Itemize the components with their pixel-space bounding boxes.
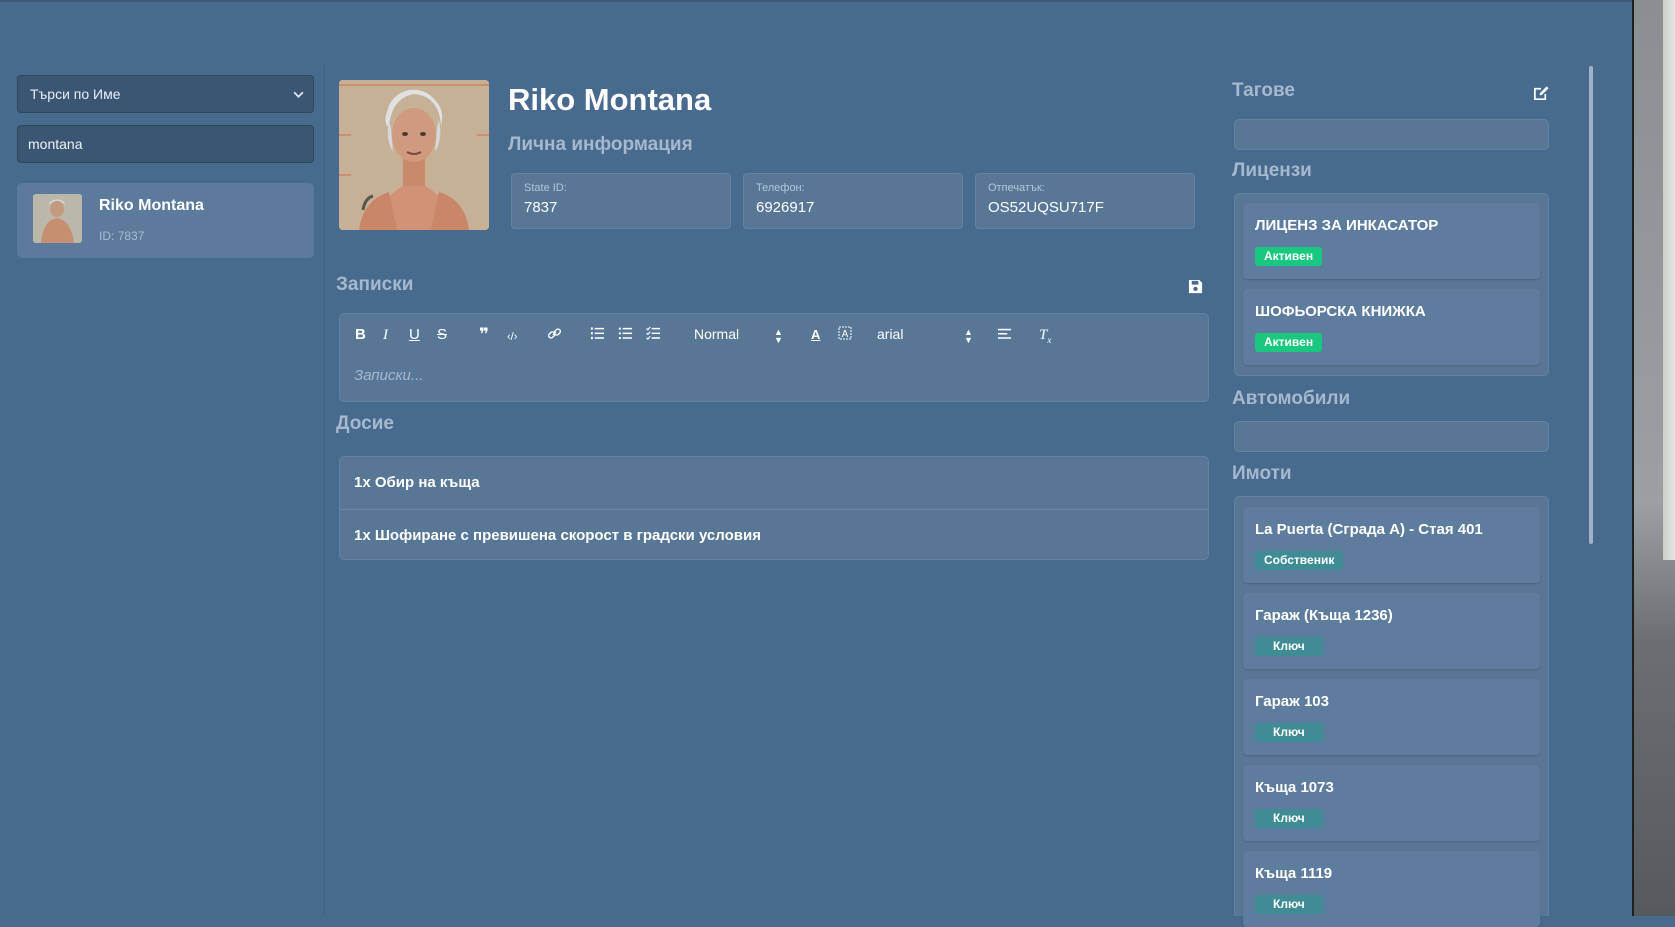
- role-badge: Собственик: [1255, 551, 1344, 570]
- phone-label: Телефон:: [756, 182, 805, 194]
- license-name: ШОФЬОРСКА КНИЖКА: [1255, 303, 1426, 320]
- vehicles-title: Автомобили: [1232, 388, 1351, 409]
- strike-button[interactable]: S: [437, 326, 447, 344]
- fingerprint-value: OS52UQSU717F: [988, 199, 1104, 216]
- role-badge: Ключ: [1255, 637, 1323, 656]
- top-border: [0, 0, 1632, 2]
- property-name: Къща 1073: [1255, 779, 1334, 796]
- status-badge: Активен: [1255, 247, 1323, 266]
- record-item[interactable]: 1x Шофиране с превишена скорост в градск…: [340, 509, 1208, 562]
- game-background: [1632, 0, 1675, 916]
- property-card[interactable]: Гараж 103 Ключ: [1243, 679, 1540, 755]
- role-badge: Ключ: [1255, 723, 1323, 742]
- fingerprint-label: Отпечатък:: [988, 182, 1045, 194]
- font-select[interactable]: arial: [877, 326, 903, 342]
- vehicles-box[interactable]: [1234, 421, 1549, 452]
- code-button[interactable]: ‹/›: [507, 328, 517, 346]
- edit-tags-icon[interactable]: [1533, 85, 1550, 102]
- svg-text:A: A: [842, 329, 849, 340]
- search-panel: Търси по Име Riko Montana ID: 7837: [17, 75, 314, 258]
- state-id-label: State ID:: [524, 182, 567, 194]
- property-name: Гараж 103: [1255, 693, 1329, 710]
- profile-name: Riko Montana: [508, 82, 712, 117]
- license-name: ЛИЦЕНЗ ЗА ИНКАСАТОР: [1255, 217, 1439, 234]
- record-list: 1x Обир на къща 1x Шофиране с превишена …: [339, 456, 1209, 560]
- property-name: Гараж (Къща 1236): [1255, 607, 1393, 624]
- licenses-title: Лицензи: [1232, 160, 1312, 181]
- tags-box[interactable]: [1234, 119, 1549, 150]
- save-icon[interactable]: [1188, 279, 1203, 294]
- font-select-arrows-icon: ▲ ▼: [964, 327, 973, 345]
- license-card[interactable]: ЛИЦЕНЗ ЗА ИНКАСАТОР Активен: [1243, 203, 1540, 279]
- ordered-list-icon[interactable]: [590, 326, 605, 346]
- phone-value: 6926917: [756, 199, 815, 216]
- link-icon[interactable]: [547, 326, 562, 346]
- state-id-value: 7837: [524, 199, 558, 216]
- state-id-field: State ID: 7837: [511, 173, 731, 229]
- property-name: Къща 1119: [1255, 865, 1333, 882]
- align-icon[interactable]: [997, 326, 1012, 346]
- scrollbar[interactable]: [1589, 66, 1593, 544]
- result-id: ID: 7837: [99, 229, 144, 243]
- notes-title: Записки: [336, 274, 414, 295]
- italic-button[interactable]: I: [383, 326, 388, 344]
- notes-placeholder: Записки...: [354, 367, 424, 384]
- checklist-icon[interactable]: [646, 326, 661, 346]
- record-item[interactable]: 1x Обир на къща: [340, 457, 1208, 509]
- status-badge: Активен: [1255, 333, 1323, 352]
- property-card[interactable]: Къща 1073 Ключ: [1243, 765, 1540, 841]
- record-title: Досие: [336, 413, 394, 434]
- background-color-icon[interactable]: A: [838, 326, 852, 345]
- properties-list: La Puerta (Сграда A) - Стая 401 Собствен…: [1234, 496, 1549, 927]
- result-id-value: 7837: [117, 229, 145, 243]
- fingerprint-field: Отпечатък: OS52UQSU717F: [975, 173, 1195, 229]
- search-result-item[interactable]: Riko Montana ID: 7837: [17, 183, 314, 258]
- header-select-arrows-icon: ▲ ▼: [774, 327, 783, 345]
- phone-field: Телефон: 6926917: [743, 173, 963, 229]
- result-name: Riko Montana: [99, 197, 204, 214]
- chevron-down-icon: [293, 76, 304, 113]
- role-badge: Ключ: [1255, 895, 1323, 914]
- property-name: La Puerta (Сграда A) - Стая 401: [1255, 521, 1483, 538]
- role-badge: Ключ: [1255, 809, 1323, 828]
- result-id-label: ID:: [99, 229, 115, 243]
- mdt-app: Търси по Име Riko Montana ID: 7837: [0, 0, 1632, 927]
- bold-button[interactable]: B: [355, 326, 366, 344]
- license-card[interactable]: ШОФЬОРСКА КНИЖКА Активен: [1243, 289, 1540, 365]
- properties-title: Имоти: [1232, 463, 1292, 484]
- personal-info-title: Лична информация: [508, 134, 693, 155]
- property-card[interactable]: La Puerta (Сграда A) - Стая 401 Собствен…: [1243, 507, 1540, 583]
- column-divider: [324, 65, 325, 916]
- tags-title: Тагове: [1232, 80, 1295, 101]
- mugshot-photo: [339, 80, 489, 230]
- bullet-list-icon[interactable]: [618, 326, 633, 346]
- header-select[interactable]: Normal: [694, 326, 739, 342]
- search-mode-label: Търси по Име: [30, 86, 121, 102]
- background-pillar: [1663, 0, 1675, 560]
- clear-format-button[interactable]: Tx: [1039, 326, 1051, 349]
- search-mode-select[interactable]: Търси по Име: [17, 75, 314, 113]
- result-avatar: [33, 194, 82, 243]
- text-color-button[interactable]: A: [811, 326, 820, 344]
- quote-button[interactable]: ❞: [479, 326, 489, 344]
- property-card[interactable]: Гараж (Къща 1236) Ключ: [1243, 593, 1540, 669]
- search-input[interactable]: [17, 125, 314, 163]
- notes-editor[interactable]: B I U S ❞ ‹/› Normal ▲ ▼ A A arial ▲ ▼ T…: [339, 313, 1209, 402]
- underline-button[interactable]: U: [409, 326, 420, 344]
- licenses-list: ЛИЦЕНЗ ЗА ИНКАСАТОР Активен ШОФЬОРСКА КН…: [1234, 193, 1549, 376]
- editor-toolbar: B I U S ❞ ‹/› Normal ▲ ▼ A A arial ▲ ▼ T…: [340, 314, 1208, 356]
